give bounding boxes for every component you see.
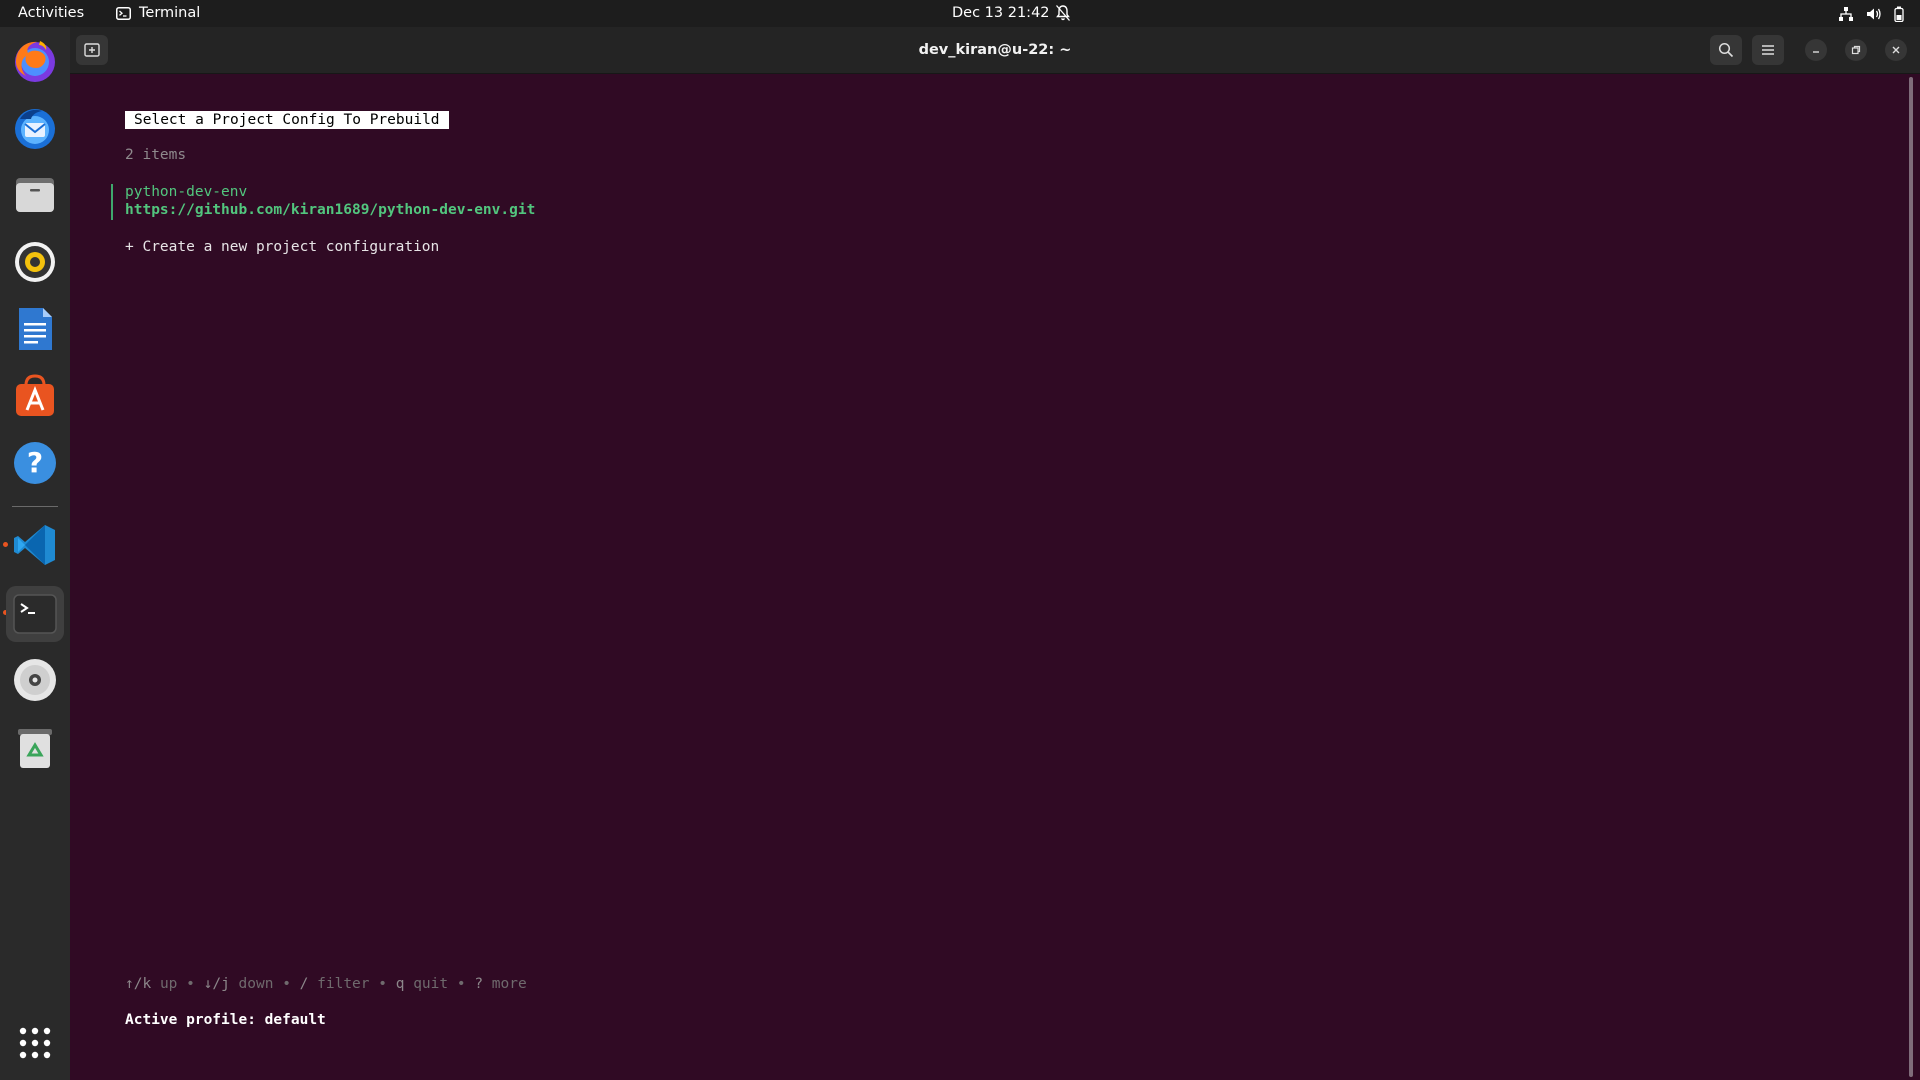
- app-menu-label: Terminal: [139, 5, 201, 21]
- rhythmbox-icon: [15, 242, 55, 282]
- menu-button[interactable]: [1752, 35, 1784, 65]
- dock-disc[interactable]: [9, 654, 61, 706]
- running-indicator: [3, 542, 8, 547]
- help-filter-key: /: [299, 976, 309, 992]
- grid-icon: [19, 1027, 51, 1059]
- maximize-button[interactable]: [1845, 39, 1867, 61]
- terminal-small-icon: [116, 7, 131, 20]
- app-menu[interactable]: Terminal: [116, 0, 200, 27]
- firefox-icon: [15, 41, 55, 82]
- help-quit: quit: [413, 976, 449, 992]
- selection-indicator: [111, 184, 113, 220]
- volume-icon: [1867, 8, 1881, 19]
- dock-trash[interactable]: [9, 721, 61, 773]
- disc-icon: [14, 659, 56, 701]
- close-button[interactable]: [1885, 39, 1907, 61]
- help-filter: filter: [317, 976, 370, 992]
- hamburger-icon: [1762, 45, 1774, 55]
- help-up-key: ↑/k: [125, 976, 152, 992]
- item-count: 2 items: [125, 147, 187, 163]
- restore-icon: [1851, 45, 1861, 55]
- dock-firefox[interactable]: [9, 35, 61, 87]
- dock-help[interactable]: ?: [9, 437, 61, 489]
- system-tray[interactable]: [1838, 0, 1904, 27]
- dock-app-center[interactable]: [9, 370, 61, 422]
- help-more-key: ?: [474, 976, 484, 992]
- writer-icon: [19, 308, 52, 350]
- dock-writer[interactable]: [9, 303, 61, 355]
- battery-icon: [1894, 6, 1904, 22]
- minimize-icon: [1813, 51, 1819, 53]
- dock-thunderbird[interactable]: [9, 102, 61, 154]
- svg-text:?: ?: [27, 446, 43, 479]
- help-sep: •: [456, 976, 466, 992]
- dock-vscode[interactable]: [9, 519, 61, 571]
- clock[interactable]: Dec 13 21:42: [952, 0, 1050, 27]
- close-icon: [1892, 46, 1900, 54]
- files-icon: [16, 178, 54, 212]
- dock-separator: [12, 506, 58, 507]
- dock: ?: [0, 27, 70, 1080]
- list-item-url[interactable]: https://github.com/kiran1689/python-dev-…: [125, 202, 535, 218]
- terminal-icon: [13, 594, 57, 634]
- terminal-scrollbar[interactable]: [1909, 77, 1913, 1077]
- help-sep: •: [378, 976, 387, 992]
- title-bar[interactable]: dev_kiran@u-22: ~: [70, 27, 1920, 74]
- active-profile: Active profile: default: [125, 1012, 326, 1028]
- dock-files[interactable]: [9, 169, 61, 221]
- thunderbird-icon: [15, 109, 55, 149]
- list-item-name[interactable]: python-dev-env: [125, 184, 247, 200]
- app-center-icon: [16, 374, 54, 416]
- new-tab-button[interactable]: [76, 35, 108, 65]
- help-more: more: [491, 976, 527, 992]
- prompt-title: Select a Project Config To Prebuild: [125, 111, 449, 129]
- help-sep: •: [186, 976, 195, 992]
- dock-show-apps[interactable]: [9, 1017, 61, 1069]
- search-button[interactable]: [1710, 35, 1742, 65]
- help-up: up: [159, 976, 178, 992]
- trash-icon: [18, 729, 52, 768]
- help-icon: ?: [14, 442, 56, 484]
- keybinding-help: ↑/k up • ↓/j down • / filter • q quit • …: [125, 976, 527, 992]
- activities-button[interactable]: Activities: [18, 0, 84, 27]
- help-down-key: ↓/j: [203, 976, 230, 992]
- create-config-item[interactable]: + Create a new project configuration: [125, 239, 439, 255]
- dock-terminal[interactable]: [6, 586, 64, 642]
- help-down: down: [238, 976, 274, 992]
- dock-rhythmbox[interactable]: [9, 236, 61, 288]
- terminal-window: dev_kiran@u-22: ~ Select a Project Confi…: [70, 27, 1920, 1080]
- vscode-icon: [14, 525, 55, 565]
- window-title: dev_kiran@u-22: ~: [918, 42, 1072, 58]
- search-icon: [1718, 42, 1734, 58]
- top-bar: Activities Terminal Dec 13 21:42: [0, 0, 1920, 27]
- network-icon: [1839, 6, 1853, 21]
- minimize-button[interactable]: [1805, 39, 1827, 61]
- help-sep: •: [282, 976, 291, 992]
- help-quit-key: q: [395, 976, 405, 992]
- new-tab-icon: [84, 43, 100, 57]
